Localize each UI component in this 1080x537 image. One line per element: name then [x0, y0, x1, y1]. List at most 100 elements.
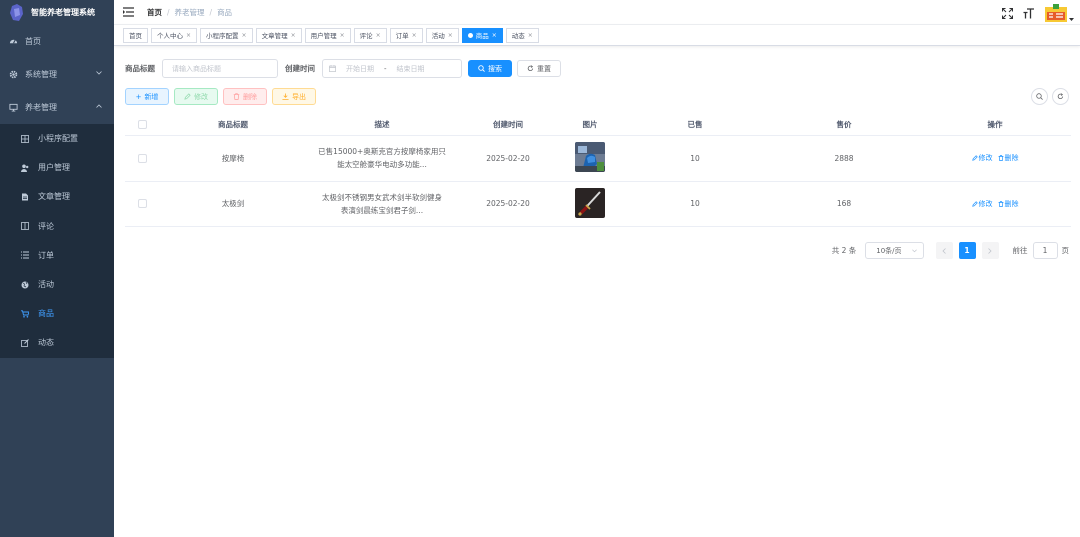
- tag-orders[interactable]: 订单 ×: [389, 27, 423, 43]
- tag-profile[interactable]: 个人中心 ×: [151, 27, 198, 43]
- caret-down-icon: [1069, 18, 1074, 21]
- fullscreen-icon[interactable]: [1002, 7, 1013, 19]
- close-icon[interactable]: ×: [340, 32, 345, 39]
- row-checkbox[interactable]: [137, 199, 147, 209]
- tag-miniapp-config[interactable]: 小程序配置 ×: [200, 27, 253, 43]
- edit-button[interactable]: 修改: [174, 88, 218, 105]
- sidebar-logo[interactable]: 智能养老管理系统: [0, 0, 114, 25]
- sidebar-item-comments[interactable]: 评论: [0, 212, 114, 241]
- sidebar-item-label: 评论: [38, 221, 54, 231]
- sidebar-item-products[interactable]: 商品: [0, 299, 114, 328]
- close-icon[interactable]: ×: [291, 32, 296, 39]
- tag-articles[interactable]: 文章管理 ×: [255, 27, 302, 43]
- range-separator: -: [384, 64, 387, 73]
- user-menu[interactable]: [1045, 4, 1074, 22]
- select-all-checkbox[interactable]: [137, 120, 147, 129]
- close-icon[interactable]: ×: [376, 32, 381, 39]
- cell-desc: 太极剑不锈钢男女武术剑半软剑健身 表演剑晨练宝剑君子剑...: [307, 191, 457, 217]
- goto-page-input[interactable]: 1: [1032, 242, 1058, 259]
- tag-label: 小程序配置: [206, 32, 239, 40]
- column-header-created[interactable]: 创建时间: [457, 119, 559, 130]
- row-checkbox[interactable]: [137, 153, 147, 163]
- tag-home[interactable]: 首页: [123, 27, 148, 43]
- column-header-title[interactable]: 商品标题: [159, 119, 307, 130]
- breadcrumb-home[interactable]: 首页: [147, 7, 162, 18]
- sidebar-item-home[interactable]: 首页: [0, 25, 114, 58]
- main-content: 商品标题 请输入商品标题 创建时间 开始日期 - 结束日期 搜索 重置 + 新增: [114, 47, 1080, 537]
- sidebar-item-system[interactable]: 系统管理: [0, 58, 114, 91]
- delete-button[interactable]: 删除: [223, 88, 267, 105]
- sidebar-item-elderly[interactable]: 养老管理: [0, 91, 114, 124]
- goto-value: 1: [1042, 246, 1048, 255]
- column-header-image: 图片: [582, 120, 598, 129]
- delete-button-label: 删除: [243, 92, 257, 101]
- breadcrumb: 首页 / 养老管理 / 商品: [147, 7, 232, 18]
- tag-label: 个人中心: [157, 32, 183, 40]
- row-actions: 修改 删除: [919, 199, 1071, 209]
- gear-icon: [8, 70, 18, 80]
- active-dot: [467, 32, 473, 38]
- page-button-1[interactable]: 1: [958, 242, 976, 259]
- close-icon[interactable]: ×: [186, 32, 191, 39]
- close-icon[interactable]: ×: [242, 32, 247, 39]
- plus-icon: +: [135, 92, 142, 101]
- product-image[interactable]: [575, 187, 605, 218]
- tag-moments[interactable]: 动态 ×: [505, 27, 539, 43]
- tag-activities[interactable]: 活动 ×: [425, 27, 459, 43]
- hamburger-icon[interactable]: [123, 7, 134, 17]
- tag-products[interactable]: 商品 ×: [461, 27, 503, 43]
- start-date-placeholder: 开始日期: [346, 64, 374, 73]
- reset-button[interactable]: 重置: [517, 60, 561, 77]
- title-search-input[interactable]: 请输入商品标题: [162, 59, 278, 78]
- export-button[interactable]: 导出: [272, 88, 316, 105]
- row-edit-button[interactable]: 修改: [971, 199, 993, 209]
- tags-view: 首页 个人中心 × 小程序配置 × 文章管理 × 用户管理 × 评论 × 订单 × 活动 × …: [114, 25, 1080, 46]
- tag-label: 文章管理: [261, 32, 288, 40]
- row-delete-button[interactable]: 删除: [998, 199, 1019, 209]
- refresh-button[interactable]: [1052, 88, 1069, 105]
- sidebar-item-label: 系统管理: [25, 70, 57, 79]
- toggle-search-button[interactable]: [1031, 88, 1048, 105]
- row-edit-button[interactable]: 修改: [971, 153, 993, 163]
- close-icon[interactable]: ×: [528, 32, 533, 39]
- product-image[interactable]: [575, 142, 605, 173]
- sidebar-item-orders[interactable]: 订单: [0, 241, 114, 270]
- close-icon[interactable]: ×: [412, 32, 417, 39]
- table-row: 按摩椅 已售15000+奥斯克官方按摩椅家用只 能太空舱豪华电动多功能... 2…: [125, 136, 1071, 182]
- chevron-right-icon: [988, 247, 992, 254]
- add-button-label: 新增: [144, 92, 159, 101]
- sidebar-item-articles[interactable]: 文章管理: [0, 182, 114, 211]
- row-delete-button[interactable]: 删除: [998, 153, 1019, 163]
- trash-icon: [998, 155, 1003, 162]
- toolbar: + 新增 修改 删除 导出: [125, 88, 1069, 105]
- sidebar-item-users[interactable]: 用户管理: [0, 153, 114, 182]
- tag-label: 用户管理: [310, 32, 337, 40]
- search-button[interactable]: 搜索: [468, 60, 512, 77]
- close-icon[interactable]: ×: [492, 32, 497, 39]
- title-placeholder: 请输入商品标题: [172, 64, 221, 73]
- close-icon[interactable]: ×: [448, 32, 453, 39]
- sidebar-item-label: 动态: [38, 338, 54, 348]
- sidebar-item-moments[interactable]: 动态: [0, 328, 114, 357]
- sidebar-item-activities[interactable]: 活动: [0, 270, 114, 299]
- next-page-button[interactable]: [981, 242, 999, 259]
- edit-button-label: 修改: [194, 92, 208, 101]
- date-range-picker[interactable]: 开始日期 - 结束日期: [322, 59, 462, 78]
- prev-page-button[interactable]: [935, 242, 953, 259]
- font-size-icon[interactable]: [1023, 7, 1035, 19]
- sidebar-submenu: 小程序配置 用户管理 文章管理 评论 订单 活动 商品 动态: [0, 124, 114, 358]
- cell-desc-line: 表演剑晨练宝剑君子剑...: [340, 205, 424, 215]
- cell-price: 168: [836, 199, 852, 209]
- tag-comments[interactable]: 评论 ×: [353, 27, 387, 43]
- tag-users[interactable]: 用户管理 ×: [304, 27, 351, 43]
- sidebar-item-miniapp-config[interactable]: 小程序配置: [0, 124, 114, 153]
- pagination-total: 共 2 条: [831, 246, 857, 255]
- breadcrumb-current: 商品: [217, 7, 233, 17]
- book-icon: [20, 221, 30, 231]
- product-table: 商品标题 描述 创建时间 图片 已售 售价 操作 按摩椅 已售15000+奥斯克…: [125, 114, 1071, 227]
- page-size-select[interactable]: 10条/页: [865, 242, 924, 259]
- tag-label: 首页: [129, 32, 142, 40]
- tag-label: 动态: [511, 32, 525, 40]
- cart-icon: [20, 309, 30, 319]
- add-button[interactable]: + 新增: [125, 88, 169, 105]
